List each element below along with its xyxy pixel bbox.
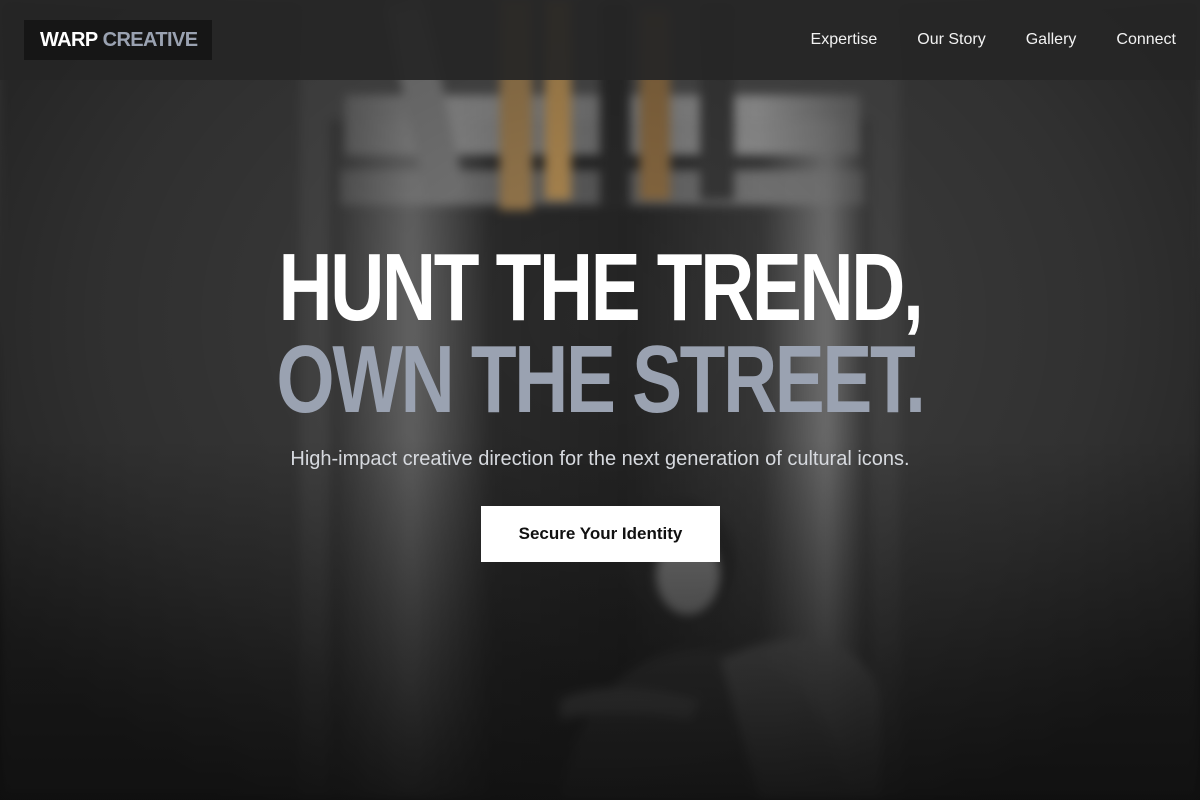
logo-text-creative: CREATIVE — [102, 28, 198, 51]
nav-link-connect[interactable]: Connect — [1116, 31, 1176, 49]
hero-subheadline: High-impact creative direction for the n… — [290, 448, 910, 470]
nav-link-gallery[interactable]: Gallery — [1026, 31, 1077, 49]
hero-headline-line-2: OWN THE STREET. — [276, 326, 925, 433]
site-header: WARP CREATIVE Expertise Our Story Galler… — [0, 0, 1200, 80]
logo-text-warp: WARP — [40, 28, 98, 51]
landing-page: WARP CREATIVE Expertise Our Story Galler… — [0, 0, 1200, 800]
hero-section: HUNT THE TREND, OWN THE STREET. High-imp… — [0, 80, 1200, 800]
main-nav: Expertise Our Story Gallery Connect — [811, 31, 1176, 49]
nav-link-expertise[interactable]: Expertise — [811, 31, 878, 49]
nav-link-our-story[interactable]: Our Story — [917, 31, 985, 49]
hero-headline-line-1: HUNT THE TREND, — [278, 234, 924, 341]
logo[interactable]: WARP CREATIVE — [24, 20, 213, 60]
secure-identity-button[interactable]: Secure Your Identity — [481, 506, 720, 562]
